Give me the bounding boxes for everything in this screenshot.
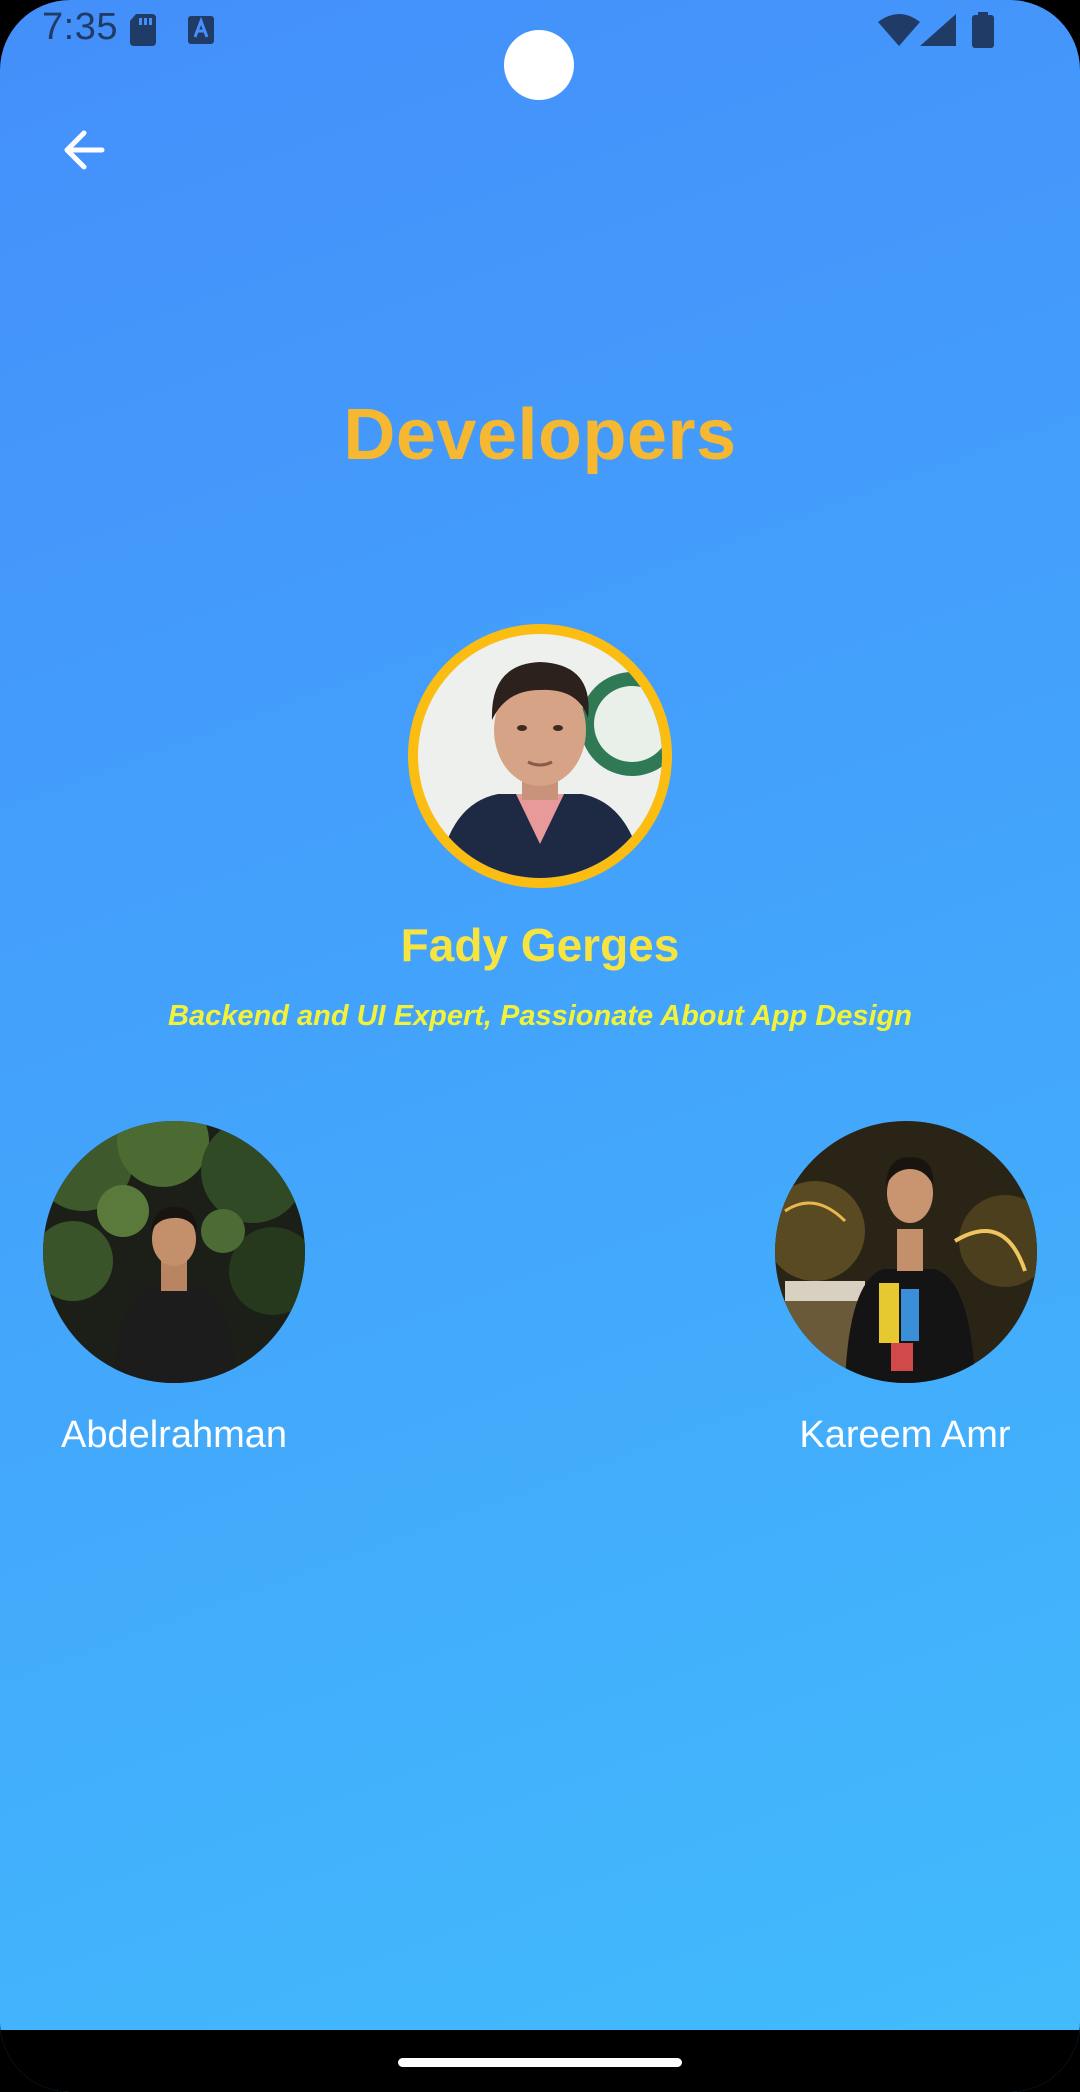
developers-screen: 7:35 Developers Fady Gerges Backend and … <box>0 0 1080 2092</box>
camera-cutout <box>504 30 574 100</box>
developer-avatar-abdelrahman <box>43 1121 305 1383</box>
status-time: 7:35 <box>42 6 118 48</box>
text-a-icon <box>188 16 214 44</box>
home-gesture-handle[interactable] <box>398 2058 682 2067</box>
developer-name-kareem-amr: Kareem Amr <box>799 1414 1011 1456</box>
lead-developer-avatar <box>408 624 672 888</box>
battery-icon <box>972 12 994 48</box>
sd-card-icon <box>130 14 156 46</box>
lead-developer-role: Backend and UI Expert, Passionate About … <box>168 1000 912 1032</box>
arrow-left-icon <box>64 130 105 170</box>
back-button[interactable] <box>52 118 116 182</box>
developer-name-abdelrahman: Abdelrahman <box>60 1414 288 1456</box>
wifi-icon <box>878 14 920 46</box>
cell-signal-icon <box>920 14 956 46</box>
developer-avatar-kareem-amr <box>775 1121 1037 1383</box>
page-title: Developers <box>343 395 737 475</box>
lead-developer-name: Fady Gerges <box>400 919 680 971</box>
